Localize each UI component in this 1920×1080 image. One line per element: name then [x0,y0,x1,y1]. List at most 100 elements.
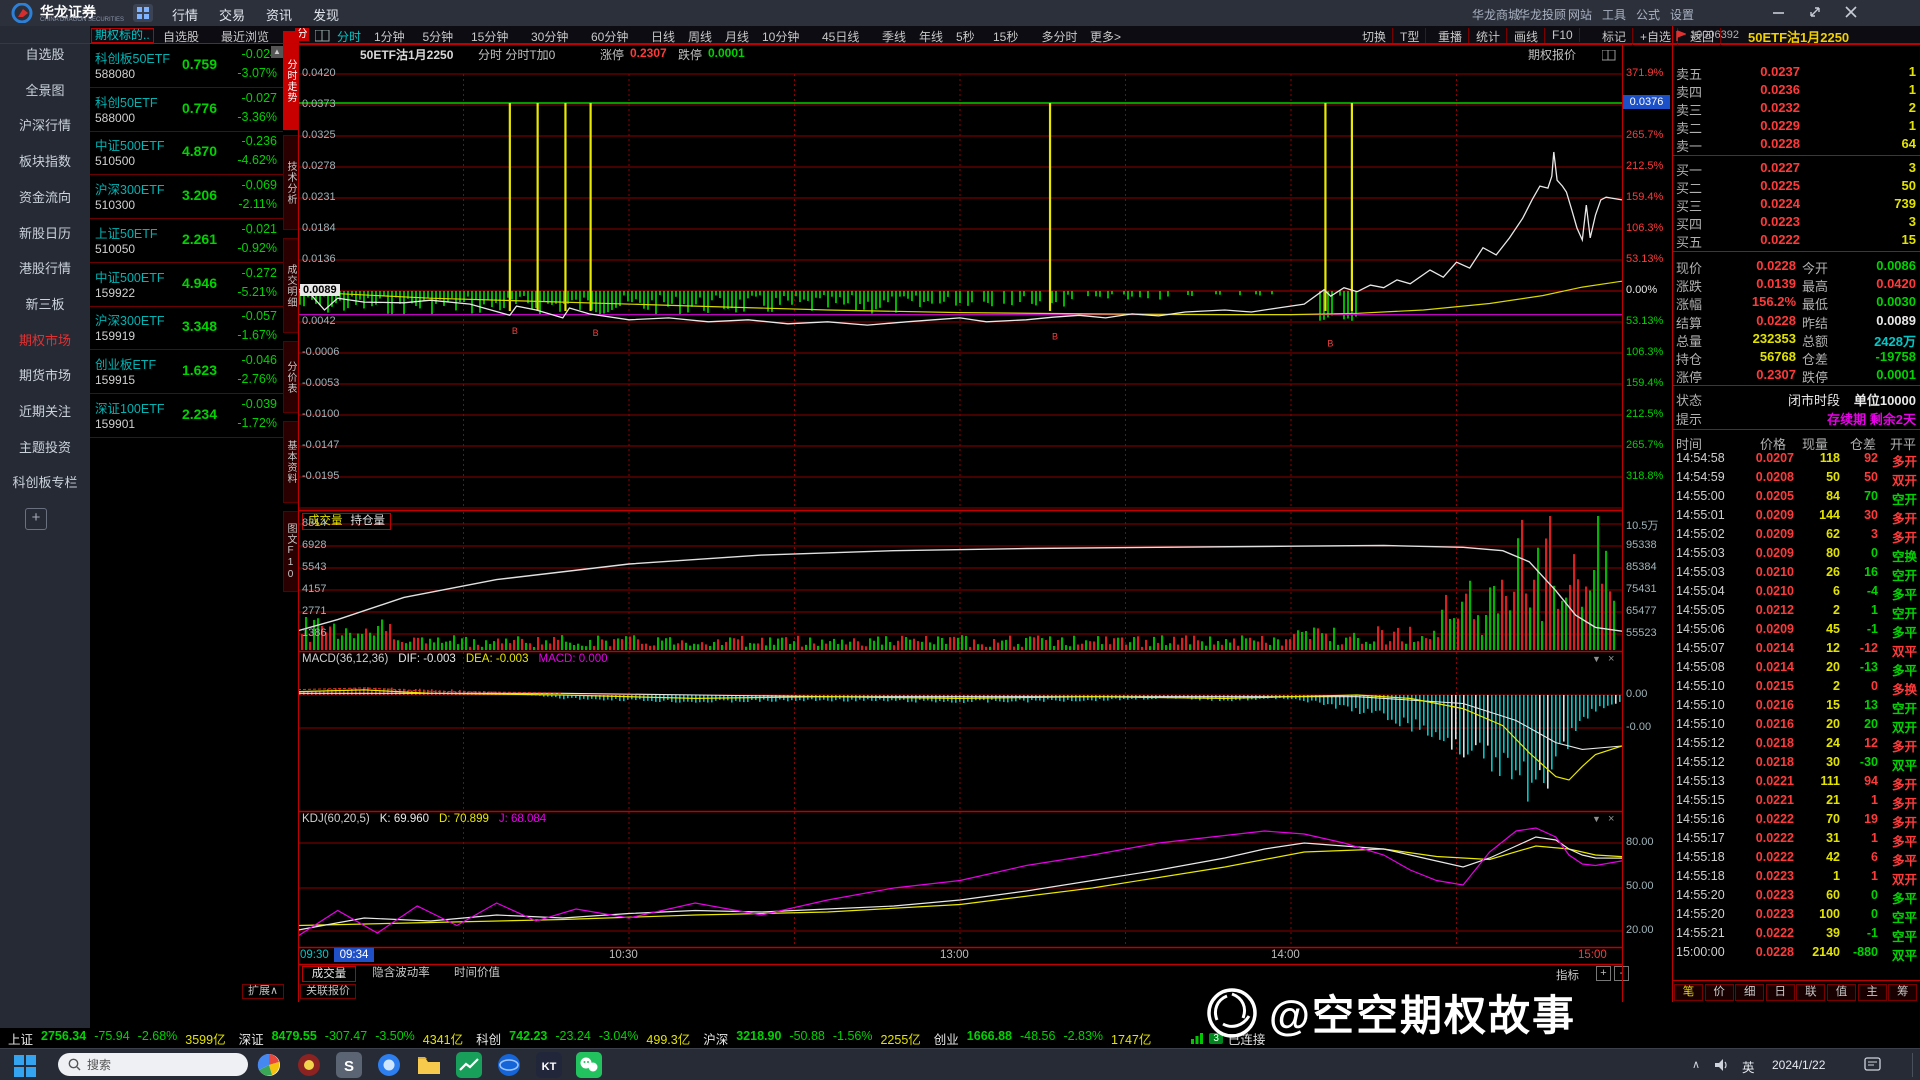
tape-row[interactable]: 14:55:10 0.0215 2 0 多换 [1672,678,1920,697]
sidebar-item-科创板专栏[interactable]: 科创板专栏 [0,472,90,491]
tape-row[interactable]: 14:55:21 0.0222 39 -1 空平 [1672,925,1920,944]
tape-row[interactable]: 15:00:00 0.0228 2140 -880 双平 [1672,944,1920,963]
quote-tab-笔[interactable]: 笔 [1674,984,1703,1001]
list-tab-1[interactable]: 期权标的.. [91,28,154,43]
expand-tab-1[interactable]: 扩展∧ [242,984,285,999]
view-tab-分价表[interactable]: 分价表 [283,341,299,413]
indicator-tab-时间价值[interactable]: 时间价值 [448,966,506,980]
quote-tab-主[interactable]: 主 [1857,984,1887,1001]
watchlist-row-510050[interactable]: 上证50ETF 510050 2.261 -0.021 -0.92% [90,219,283,263]
taskbar-app-green-chart[interactable] [456,1052,482,1078]
index-沪深[interactable]: 沪深 3218.90 -50.88 -1.56% 2255亿 [703,1029,921,1048]
taskbar-app-pinwheel[interactable] [256,1052,282,1078]
ime-indicator[interactable]: 英 [1742,1057,1755,1076]
watchlist-scroll-up[interactable]: ▲ [271,46,283,58]
top-right-menu-5[interactable]: 公式 [1636,6,1660,23]
indicator-tab-成交量[interactable]: 成交量 [302,966,356,982]
kdj-close-icon[interactable]: × [1608,813,1614,825]
quote-tab-筹[interactable]: 筹 [1888,984,1918,1001]
menu-4[interactable]: 发现 [313,5,339,24]
tape-row[interactable]: 14:55:20 0.0223 100 0 空平 [1672,906,1920,925]
sidebar-item-资金流向[interactable]: 资金流向 [0,187,90,206]
tape-row[interactable]: 14:55:06 0.0209 45 -1 多平 [1672,621,1920,640]
view-tab-成交明细[interactable]: 成交明细 [283,238,299,333]
start-button[interactable] [14,1055,36,1077]
tape-row[interactable]: 14:55:13 0.0221 111 94 多开 [1672,773,1920,792]
sidebar-item-期权市场[interactable]: 期权市场 [0,330,90,349]
close-button[interactable] [1844,5,1858,19]
option-quote-icon[interactable] [1601,48,1616,61]
sidebar-item-主题投资[interactable]: 主题投资 [0,437,90,456]
taskbar-app-browser[interactable] [376,1052,402,1078]
oi-title[interactable]: 持仓量 [351,515,386,527]
chart-canvas[interactable]: B B B B [298,44,1622,1002]
tape-row[interactable]: 14:55:10 0.0216 15 13 空开 [1672,697,1920,716]
tape-row[interactable]: 14:55:07 0.0214 12 -12 双平 [1672,640,1920,659]
speaker-icon[interactable] [1714,1058,1730,1072]
view-tab-分时走势[interactable]: 分时走势 [283,31,299,130]
top-right-menu-4[interactable]: 工具 [1602,6,1626,23]
macd-close-icon[interactable]: × [1608,653,1614,665]
taskbar-app-kt[interactable]: KT [536,1052,562,1078]
indicator-tab-隐含波动率[interactable]: 隐含波动率 [362,966,440,980]
notification-icon[interactable] [1864,1056,1882,1072]
tape-row[interactable]: 14:55:00 0.0205 84 70 空开 [1672,488,1920,507]
watchlist-row-510300[interactable]: 沪深300ETF 510300 3.206 -0.069 -2.11% [90,175,283,220]
tape-row[interactable]: 14:55:12 0.0218 24 12 多开 [1672,735,1920,754]
tape-row[interactable]: 14:55:10 0.0216 20 20 双开 [1672,716,1920,735]
sidebar-item-近期关注[interactable]: 近期关注 [0,401,90,420]
taskbar-app-blue-globe[interactable] [496,1052,522,1078]
split-view-icon[interactable] [314,29,330,42]
watchlist-row-588000[interactable]: 科创50ETF 588000 0.776 -0.027 -3.36% [90,88,283,132]
watchlist-row-510500[interactable]: 中证500ETF 510500 4.870 -0.236 -4.62% [90,131,283,176]
expand-tab-2[interactable]: 关联报价 [300,984,356,999]
tape-row[interactable]: 14:55:18 0.0223 1 1 双开 [1672,868,1920,887]
tape-row[interactable]: 14:55:03 0.0210 26 16 空开 [1672,564,1920,583]
menu-2[interactable]: 交易 [219,5,245,24]
minimize-button[interactable] [1772,5,1786,19]
quote-tab-日[interactable]: 日 [1765,984,1795,1001]
tape-row[interactable]: 14:55:12 0.0218 30 -30 双平 [1672,754,1920,773]
quote-tab-价[interactable]: 价 [1704,984,1734,1001]
top-right-menu-1[interactable]: 华龙商城 [1472,6,1520,23]
tape-row[interactable]: 14:55:03 0.0209 80 0 空换 [1672,545,1920,564]
index-科创[interactable]: 科创 742.23 -23.24 -3.04% 499.3亿 [476,1029,690,1048]
quote-tab-值[interactable]: 值 [1827,984,1856,1001]
clock-date[interactable]: 2024/1/22 [1772,1058,1825,1072]
maximize-button[interactable] [1808,5,1822,19]
view-tab-技术分析[interactable]: 技术分析 [283,135,299,230]
watchlist-row-588080[interactable]: 科创板50ETF 588080 0.759 -0.024 -3.07% [90,44,283,88]
macd-collapse-icon[interactable]: ▼ [1592,654,1601,664]
sidebar-add-button[interactable]: + [25,508,47,530]
sidebar-item-期货市场[interactable]: 期货市场 [0,365,90,384]
taskbar-app-wechat[interactable] [576,1052,602,1078]
sidebar-item-沪深行情[interactable]: 沪深行情 [0,115,90,134]
tape-row[interactable]: 14:55:01 0.0209 144 30 多开 [1672,507,1920,526]
top-right-menu-6[interactable]: 设置 [1670,6,1694,23]
tape-row[interactable]: 14:55:05 0.0212 2 1 空开 [1672,602,1920,621]
tape-row[interactable]: 14:55:02 0.0209 62 3 多开 [1672,526,1920,545]
tape-row[interactable]: 14:54:59 0.0208 50 50 双开 [1672,469,1920,488]
view-tab-图文F10[interactable]: 图文F10 [283,511,299,592]
indicator-add-button[interactable]: + [1596,966,1611,981]
top-right-menu-3[interactable]: 网站 [1568,6,1592,23]
index-创业[interactable]: 创业 1666.88 -48.56 -2.83% 1747亿 [934,1029,1152,1048]
tape-row[interactable]: 14:55:04 0.0210 6 -4 多平 [1672,583,1920,602]
sidebar-item-板块指数[interactable]: 板块指数 [0,151,90,170]
tape-row[interactable]: 14:55:15 0.0221 21 1 多开 [1672,792,1920,811]
sidebar-item-全景图[interactable]: 全景图 [0,80,90,99]
tape-row[interactable]: 14:55:20 0.0223 60 0 多平 [1672,887,1920,906]
sidebar-item-新三板[interactable]: 新三板 [0,294,90,313]
show-desktop-divider[interactable] [1912,1053,1913,1077]
index-深证[interactable]: 深证 8479.55 -307.47 -3.50% 4341亿 [239,1029,464,1048]
top-right-menu-2[interactable]: 华龙投顾 [1518,6,1566,23]
app-grid-icon[interactable] [133,4,153,22]
taskbar-app-camera[interactable] [296,1052,322,1078]
watchlist-row-159919[interactable]: 沪深300ETF 159919 3.348 -0.057 -1.67% [90,306,283,351]
watchlist-row-159901[interactable]: 深证100ETF 159901 2.234 -0.039 -1.72% [90,394,283,438]
menu-3[interactable]: 资讯 [266,5,292,24]
tape-row[interactable]: 14:55:16 0.0222 70 19 多开 [1672,811,1920,830]
watchlist-row-159922[interactable]: 中证500ETF 159922 4.946 -0.272 -5.21% [90,263,283,307]
watchlist-row-159915[interactable]: 创业板ETF 159915 1.623 -0.046 -2.76% [90,350,283,394]
index-上证[interactable]: 上证 2756.34 -75.94 -2.68% 3599亿 [8,1029,226,1048]
